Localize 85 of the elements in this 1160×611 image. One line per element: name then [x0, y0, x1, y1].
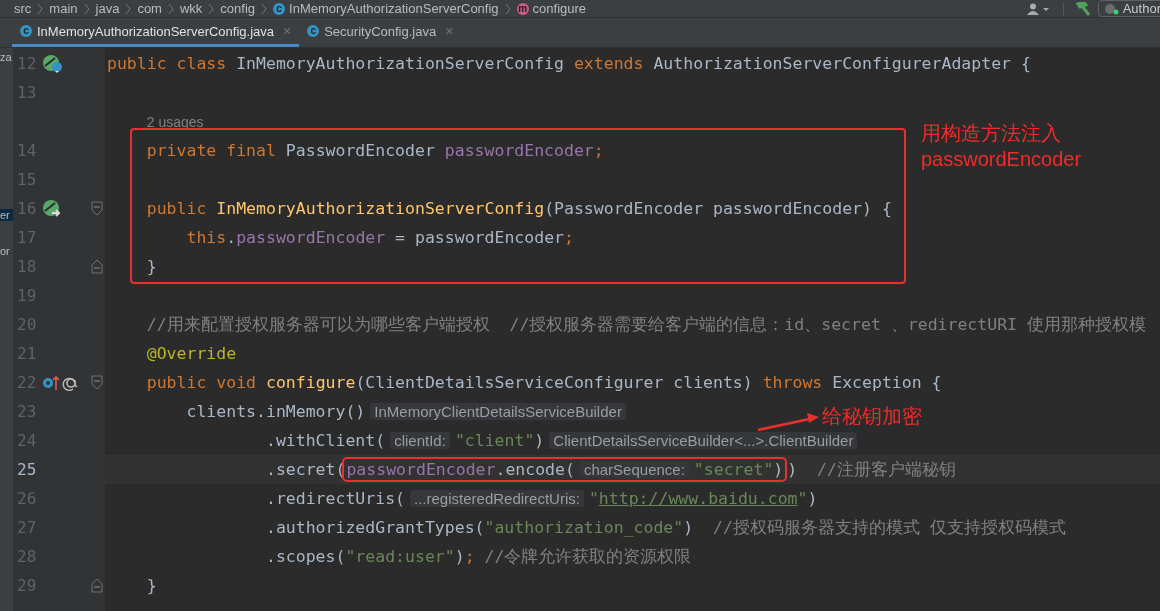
chevron-icon: [208, 1, 215, 16]
project-tree-item[interactable]: za: [0, 51, 13, 63]
breadcrumb[interactable]: wkk: [179, 1, 203, 16]
code-token: passwordEncoder: [444, 141, 594, 160]
line-number: 25: [16, 460, 37, 479]
code-token: .redirectUris(: [265, 489, 406, 508]
code-token: .withClient(: [265, 431, 386, 450]
code-token: InMemoryAuthorizationServerConfig: [236, 54, 565, 73]
code-token: //授权码服务器支持的模式 仅支持授权码模式: [713, 516, 1066, 539]
fold-icon[interactable]: [91, 375, 104, 390]
code-token: (PasswordEncoder passwordEncoder) {: [544, 199, 892, 218]
fold-icon[interactable]: [91, 578, 104, 593]
code-token: ;: [464, 547, 476, 566]
fold-icon[interactable]: [91, 201, 104, 216]
code-token: private final: [146, 141, 277, 160]
code-token: InMemoryAuthorizationServerConfig: [216, 199, 545, 218]
breadcrumb[interactable]: c InMemoryAuthorizationServerConfig: [273, 1, 499, 16]
parameter-hint: clientId:: [390, 432, 450, 449]
fold-icon[interactable]: [91, 259, 104, 274]
code-token: passwordEncoder: [346, 460, 496, 479]
code-token: configure: [265, 373, 356, 392]
editor-tab[interactable]: c SecurityConfig.java ×: [299, 18, 462, 47]
code-token: ": [588, 489, 599, 508]
code-token: ): [454, 547, 465, 566]
code-token: //用来配置授权服务器可以为哪些客户端授权 //授权服务器需要给客户端的信息：id、secret 、redirectURI 使用那种授权模: [146, 313, 1146, 336]
code-token: throws: [762, 373, 824, 392]
code-token: public: [146, 199, 208, 218]
code-token: .encode(: [495, 460, 575, 479]
code-token: ): [787, 460, 799, 479]
usages-hint[interactable]: 2 usages: [146, 113, 204, 130]
annotation-text: 用构造方法注入 passwordEncoder: [921, 121, 1082, 172]
chevron-icon: [83, 1, 90, 16]
code-token: .: [226, 228, 237, 247]
parameter-hint: InMemoryClientDetailsServiceBuilder: [370, 403, 626, 420]
code-token: ): [773, 460, 784, 479]
code-token: (ClientDetailsServiceConfigurer clients): [355, 373, 754, 392]
code-token: //令牌允许获取的资源权限: [484, 545, 692, 568]
code-token: = passwordEncoder: [394, 228, 564, 247]
code-token: .authorizedGrantTypes(: [265, 518, 485, 537]
config-icon: [1102, 2, 1119, 15]
code-token: ): [807, 489, 818, 508]
parameter-hint: ...registeredRedirectUris:: [410, 490, 584, 507]
chevron-icon: [504, 1, 511, 16]
code-token: ": [797, 489, 808, 508]
code-token: //注册客户端秘钥: [817, 458, 956, 481]
code-token: AuthorizationServerConfigurerAdapter {: [653, 54, 1031, 73]
code-token: PasswordEncoder: [285, 141, 436, 160]
code-token: @Override: [146, 344, 237, 363]
hammer-icon[interactable]: [1075, 1, 1092, 16]
chevron-icon: [167, 1, 174, 16]
chevron-icon: [261, 1, 268, 16]
code-token: }: [146, 576, 157, 595]
code-token: passwordEncoder: [236, 228, 386, 247]
code-token: "secret": [693, 460, 774, 479]
code-token: public class: [107, 54, 228, 73]
code-token: "client": [454, 431, 535, 450]
code-token: }: [146, 257, 157, 276]
code-token: clients.inMemory(): [186, 402, 366, 421]
url-link[interactable]: http://www.baidu.com: [598, 489, 798, 508]
code-token: public void: [146, 373, 258, 392]
code-token: "read:user": [345, 547, 455, 566]
code-token: .scopes(: [265, 547, 346, 566]
chevron-icon: [37, 1, 44, 16]
user-icon[interactable]: [1026, 2, 1051, 15]
code-token: "authorization_code": [484, 518, 684, 537]
code-token: this: [186, 228, 227, 247]
chevron-icon: [125, 1, 132, 16]
breadcrumb[interactable]: com: [137, 1, 162, 16]
breadcrumb[interactable]: src: [14, 1, 32, 16]
breadcrumb[interactable]: m configure: [516, 1, 587, 16]
code-token: ;: [564, 228, 574, 247]
annotation-text: 给秘钥加密: [822, 404, 922, 429]
parameter-hint: ClientDetailsServiceBuilder<...>.ClientBuilder: [549, 432, 858, 449]
parameter-hint: charSequence:: [579, 461, 689, 478]
code-token: ): [534, 431, 545, 450]
breadcrumb[interactable]: java: [95, 1, 120, 16]
breadcrumb[interactable]: main: [49, 1, 78, 16]
run-config-button[interactable]: Author: [1097, 0, 1160, 17]
project-tree-item[interactable]: er: [0, 209, 13, 221]
code-token: ;: [593, 141, 604, 160]
breadcrumb[interactable]: config: [220, 1, 256, 16]
code-token: Exception {: [832, 373, 942, 392]
project-tree-item[interactable]: or: [0, 245, 13, 257]
code-token: ): [683, 518, 695, 537]
code-token: extends: [573, 54, 645, 73]
